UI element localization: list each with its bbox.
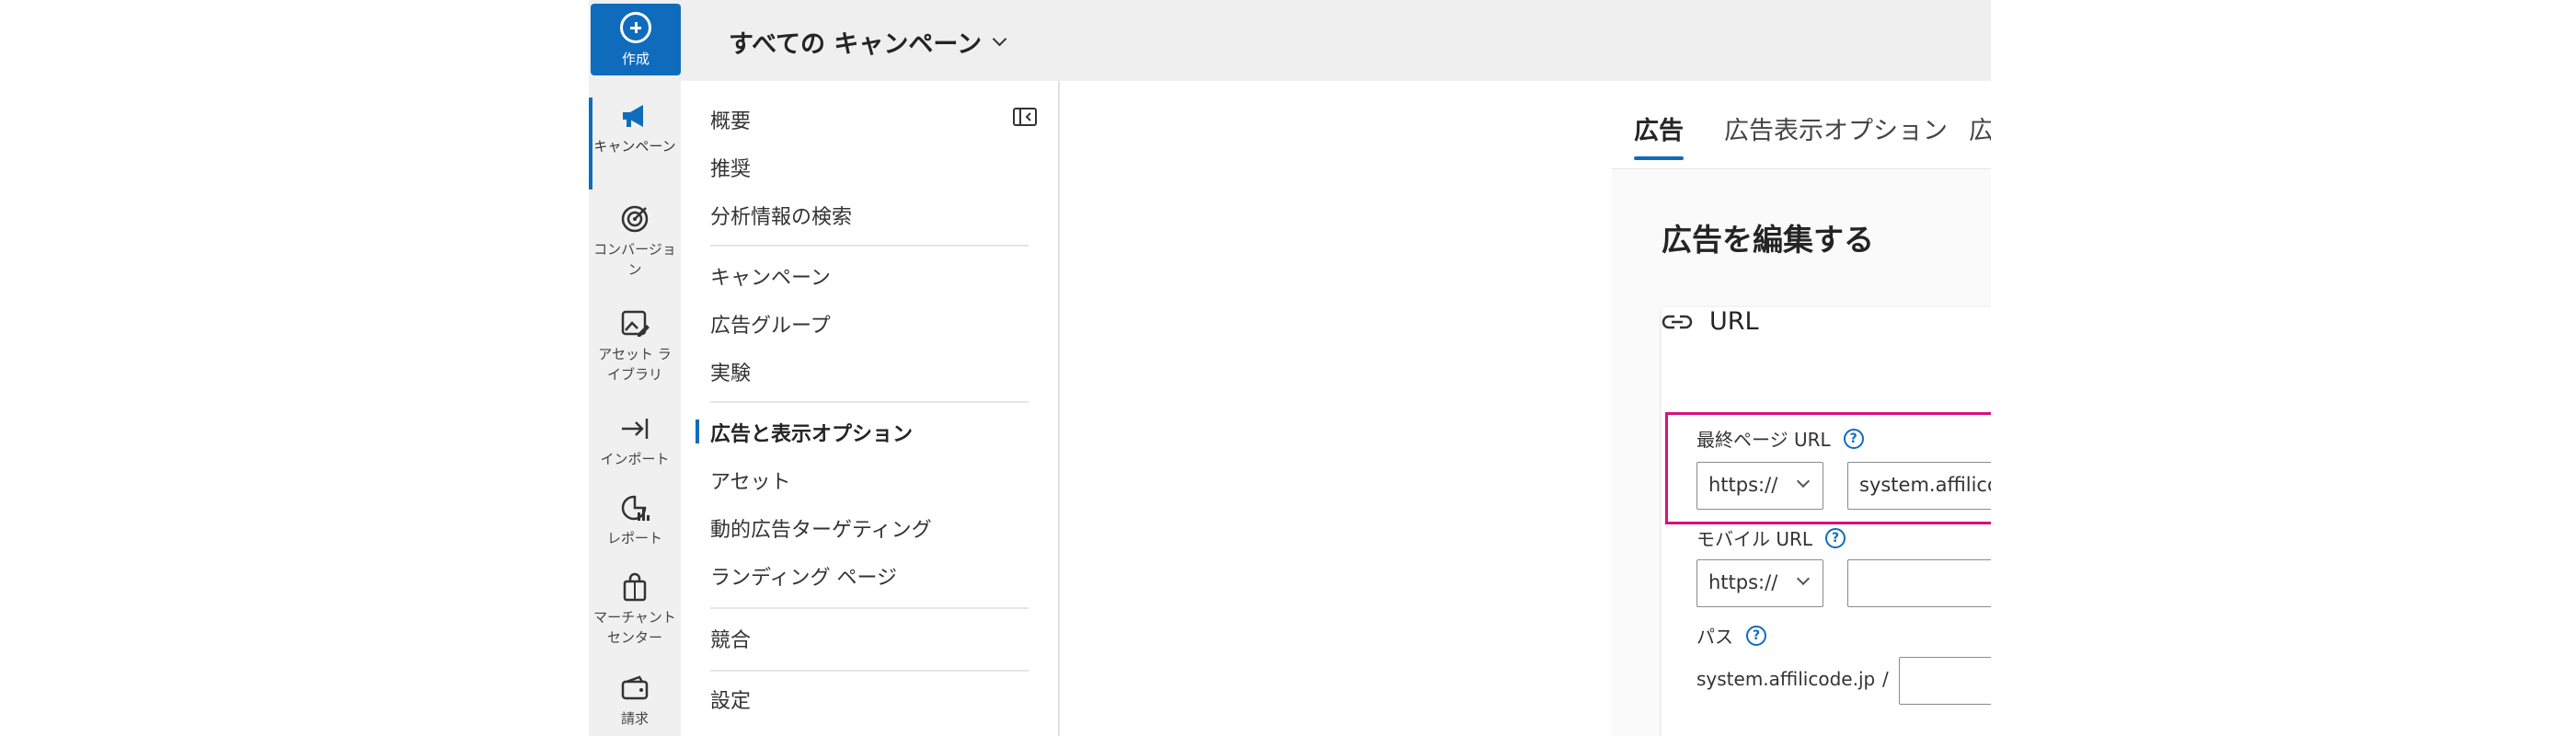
app-window: 作成 すべての キャンペーン キャンペーン コンバージョン アセット ライブラリ [589, 0, 1991, 736]
path-label-row: パス ? [1696, 622, 1766, 649]
help-icon[interactable]: ? [1843, 428, 1864, 449]
rail-item-billing[interactable]: 請求 [589, 670, 681, 729]
nav-item-recommendations[interactable]: 推奨 [710, 153, 751, 182]
icon-rail: キャンペーン コンバージョン アセット ライブラリ インポート レポート マーチ… [589, 81, 681, 736]
page-title: 広告を編集する [1662, 222, 1874, 258]
campaign-picker[interactable]: すべての キャンペーン [729, 24, 1007, 60]
url-section-title: URL [1709, 307, 1759, 336]
chevron-down-icon [1796, 571, 1811, 586]
rail-item-merchant-center[interactable]: マーチャント センター [589, 569, 681, 648]
rail-item-label: レポート [606, 530, 662, 546]
navigation: 概要 推奨 分析情報の検索 キャンペーン 広告グループ 実験 広告と表示オプショ… [681, 81, 1612, 736]
nav-item-landing-pages[interactable]: ランディング ページ [710, 561, 897, 591]
nav-item-assets[interactable]: アセット [710, 466, 791, 495]
plus-circle-icon [620, 11, 651, 43]
nav-divider [710, 670, 1029, 672]
path-label: パス [1696, 626, 1733, 648]
mobile-url-protocol-select[interactable]: https:// [1696, 559, 1823, 607]
rail-item-asset-library[interactable]: アセット ライブラリ [589, 305, 681, 385]
tab-ads[interactable]: 広告 [1634, 110, 1684, 160]
final-url-label-row: 最終ページ URL ? [1696, 425, 1864, 452]
rail-item-label: コンバージョン [593, 241, 676, 278]
panel-collapse-icon [1013, 108, 1037, 126]
nav-item-overview[interactable]: 概要 [710, 105, 751, 134]
path1-input[interactable] [1899, 657, 1991, 705]
nav-divider [710, 401, 1029, 403]
rail-item-label: マーチャント センター [593, 609, 676, 646]
wallet-icon [616, 670, 653, 707]
nav-item-experiments[interactable]: 実験 [710, 357, 751, 386]
rail-item-conversions[interactable]: コンバージョン [589, 201, 681, 280]
image-edit-icon [616, 305, 653, 342]
rail-item-label: 請求 [620, 710, 649, 727]
nav-item-insights-search[interactable]: 分析情報の検索 [710, 201, 852, 230]
megaphone-icon [616, 98, 653, 134]
mobile-url-label-row: モバイル URL ? [1696, 524, 1846, 551]
rail-item-label: キャンペーン [593, 138, 676, 155]
final-url-protocol-value: https:// [1708, 474, 1778, 496]
rail-item-reports[interactable]: レポート [589, 489, 681, 548]
nav-item-ads-extensions[interactable]: 広告と表示オプション [695, 418, 913, 447]
rail-item-campaigns[interactable]: キャンペーン [589, 98, 681, 190]
link-icon [1662, 315, 1693, 328]
rail-item-label: インポート [600, 451, 670, 467]
mobile-url-protocol-value: https:// [1708, 571, 1778, 593]
mobile-url-input[interactable] [1847, 559, 1991, 607]
import-arrow-icon [616, 410, 653, 447]
nav-divider [710, 607, 1029, 609]
path-domain: system.affilicode.jp [1696, 668, 1876, 690]
nav-item-settings[interactable]: 設定 [710, 684, 751, 714]
report-chart-icon [616, 489, 653, 526]
path-separator: / [1882, 668, 1889, 690]
create-label: 作成 [621, 50, 650, 67]
nav-item-dynamic-ad-targeting[interactable]: 動的広告ターゲティング [710, 513, 932, 543]
nav-item-competition[interactable]: 競合 [710, 624, 751, 653]
help-icon[interactable]: ? [1825, 527, 1846, 548]
final-url-label: 最終ページ URL [1696, 429, 1831, 451]
final-url-protocol-select[interactable]: https:// [1696, 462, 1823, 510]
tab-ad-extensions[interactable]: 広告表示オプション [1724, 110, 1948, 146]
target-icon [616, 201, 653, 237]
chevron-down-icon [992, 31, 1007, 47]
campaign-picker-label: すべての キャンペーン [729, 30, 983, 59]
final-url-input[interactable]: system.affilicode.jp/?im=7u4 [1847, 462, 1991, 510]
tab-bar: 広告 広告表示オプション 広告表示オプション (自動) [1612, 81, 1991, 169]
collapse-panel-button[interactable] [1012, 107, 1038, 127]
nav-panel: 概要 推奨 分析情報の検索 キャンペーン 広告グループ 実験 広告と表示オプショ… [681, 81, 1060, 736]
rail-item-import[interactable]: インポート [589, 410, 681, 469]
nav-item-campaigns[interactable]: キャンペーン [710, 261, 831, 291]
chevron-down-icon [1796, 474, 1811, 489]
rail-item-label: アセット ライブラリ [598, 346, 672, 383]
main-content: 広告 広告表示オプション 広告表示オプション (自動) 広告を編集する [1612, 81, 1991, 736]
top-bar: 作成 すべての キャンペーン [589, 0, 1991, 81]
shopping-bag-icon [616, 569, 653, 605]
nav-item-ad-groups[interactable]: 広告グループ [710, 309, 831, 339]
tab-ad-extensions-auto[interactable]: 広告表示オプション (自動) [1969, 110, 1991, 146]
nav-divider [710, 245, 1029, 247]
create-button[interactable]: 作成 [591, 4, 681, 75]
help-icon[interactable]: ? [1746, 625, 1766, 646]
url-section-header[interactable]: URL [1662, 307, 1759, 336]
mobile-url-label: モバイル URL [1696, 528, 1813, 550]
